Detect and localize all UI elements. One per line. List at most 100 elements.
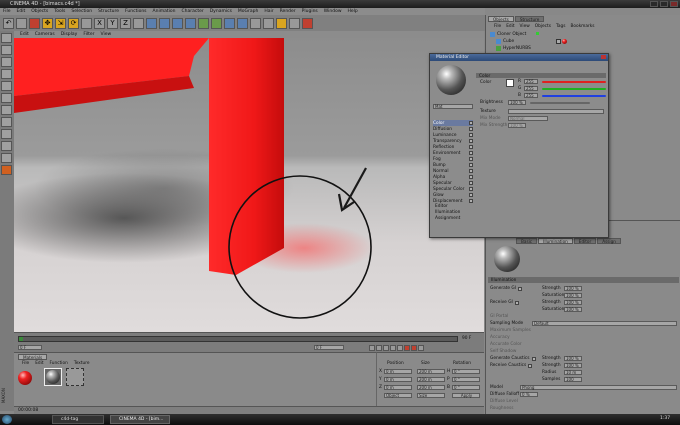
material-editor-titlebar[interactable]: Material Editor (430, 54, 608, 61)
green-channel-slider[interactable] (542, 88, 606, 90)
start-button[interactable] (2, 415, 12, 424)
om-menu-bookmarks[interactable]: Bookmarks (570, 24, 594, 29)
nurbs-icon[interactable] (198, 17, 209, 29)
menu-edit[interactable]: Edit (17, 8, 26, 15)
polygons-mode-icon[interactable] (1, 117, 12, 127)
mix-mode-select[interactable]: Normal (508, 116, 548, 121)
y-axis-icon[interactable]: Y (107, 17, 118, 29)
menu-help[interactable]: Help (348, 8, 358, 15)
channel-fog-checkbox[interactable] (469, 157, 473, 161)
mat-menu-edit[interactable]: Edit (35, 361, 43, 366)
channel-environment-checkbox[interactable] (469, 151, 473, 155)
rec-caustics-strength-field[interactable]: 100 % (564, 363, 582, 368)
record-icon[interactable] (302, 17, 313, 29)
timeline-current-field[interactable]: 0 F (314, 345, 344, 350)
texture-tag-icon[interactable] (556, 39, 561, 44)
axis-mode-icon[interactable] (1, 81, 12, 91)
color-swatch[interactable] (506, 79, 514, 87)
channel-transparency-checkbox[interactable] (469, 139, 473, 143)
rotation-b-field[interactable]: 0 ° (452, 385, 480, 390)
vp-menu-view[interactable]: View (100, 31, 111, 38)
autokey-icon[interactable] (411, 345, 417, 351)
channel-reflection-checkbox[interactable] (469, 145, 473, 149)
channel-specular-checkbox[interactable] (469, 181, 473, 185)
menu-mograph[interactable]: MoGraph (238, 8, 258, 15)
channel-glow-checkbox[interactable] (469, 193, 473, 197)
lock-icon[interactable] (1, 165, 12, 175)
caustics-strength-field[interactable]: 100 % (564, 356, 582, 361)
menu-selection[interactable]: Selection (71, 8, 92, 15)
next-frame-icon[interactable] (390, 345, 396, 351)
scale-icon[interactable]: ⇲ (55, 17, 66, 29)
coord-size-mode-select[interactable]: Size (417, 393, 445, 398)
texture-field[interactable] (508, 109, 604, 114)
material-editor-close-icon[interactable] (601, 55, 606, 59)
timeline-start-field[interactable]: 0 F (18, 345, 42, 350)
tweak-mode-icon[interactable] (1, 141, 12, 151)
maximize-button[interactable] (660, 1, 668, 7)
keyframe-icon[interactable] (418, 345, 424, 351)
texture-mode-icon[interactable] (1, 69, 12, 79)
om-menu-edit[interactable]: Edit (506, 24, 514, 29)
channel-normal-checkbox[interactable] (469, 169, 473, 173)
gen-gi-saturation-field[interactable]: 100 % (564, 293, 582, 298)
world-coords-icon[interactable] (133, 17, 144, 29)
red-channel-field[interactable]: 255 (524, 79, 538, 84)
menu-file[interactable]: File (3, 8, 11, 15)
samples-field[interactable]: 100 (564, 377, 582, 382)
record-key-icon[interactable] (404, 345, 410, 351)
live-select-icon[interactable] (29, 17, 40, 29)
list-item[interactable]: HyperNURBS (496, 46, 531, 51)
mix-strength-field[interactable]: 100 % (508, 123, 526, 128)
rotation-p-field[interactable]: 0 ° (452, 377, 480, 382)
tab-editor[interactable]: Editor (573, 238, 597, 244)
menu-window[interactable]: Window (324, 8, 342, 15)
channel-assignment[interactable]: Assignment (433, 216, 473, 222)
animation-mode-icon[interactable] (1, 129, 12, 139)
cube-primitive-icon[interactable] (185, 17, 196, 29)
size-y-field[interactable]: 200 m (417, 377, 445, 382)
om-menu-objects[interactable]: Objects (535, 24, 551, 29)
list-item[interactable]: Cloner Object (490, 32, 526, 37)
taskbar-item-cinema4d[interactable]: CINEMA 4D - [bim... (110, 415, 170, 424)
brightness-field[interactable]: 100 % (508, 100, 526, 105)
mat-menu-file[interactable]: File (22, 361, 29, 366)
channel-luminance-checkbox[interactable] (469, 133, 473, 137)
blue-channel-field[interactable]: 255 (524, 93, 538, 98)
array-icon[interactable] (224, 17, 235, 29)
make-editable-icon[interactable] (1, 33, 12, 43)
visibility-dot-icon[interactable] (536, 32, 539, 35)
om-menu-view[interactable]: View (520, 24, 530, 29)
edges-mode-icon[interactable] (1, 105, 12, 115)
deformer-icon[interactable] (237, 17, 248, 29)
x-axis-icon[interactable]: X (94, 17, 105, 29)
menu-animation[interactable]: Animation (153, 8, 176, 15)
play-icon[interactable] (383, 345, 389, 351)
channel-bump-checkbox[interactable] (469, 163, 473, 167)
om-menu-file[interactable]: File (494, 24, 501, 29)
position-y-field[interactable]: 0 m (384, 377, 412, 382)
coord-apply-button[interactable]: Apply (452, 393, 480, 398)
position-x-field[interactable]: 0 m (384, 369, 412, 374)
vp-menu-display[interactable]: Display (61, 31, 78, 38)
om-menu-tags[interactable]: Tags (556, 24, 566, 29)
tab-structure[interactable]: Structure (514, 16, 545, 22)
tab-basic[interactable]: Basic (516, 238, 538, 244)
radius-field[interactable]: 10 m (564, 370, 582, 375)
viewport-3d[interactable] (14, 38, 484, 332)
mat-menu-texture[interactable]: Texture (74, 361, 90, 366)
minimize-button[interactable] (650, 1, 658, 7)
object-mode-icon[interactable] (1, 57, 12, 67)
material-red-swatch[interactable] (18, 371, 32, 385)
channel-alpha-checkbox[interactable] (469, 175, 473, 179)
position-z-field[interactable]: 0 m (384, 385, 412, 390)
tab-objects[interactable]: Objects (488, 16, 514, 22)
size-z-field[interactable]: 200 m (417, 385, 445, 390)
render-view-icon[interactable] (146, 17, 157, 29)
model-mode-icon[interactable] (1, 45, 12, 55)
model-select[interactable]: Phong (520, 385, 677, 390)
menu-render[interactable]: Render (280, 8, 296, 15)
spline-icon[interactable] (211, 17, 222, 29)
channel-color-checkbox[interactable] (469, 121, 473, 125)
materials-tab[interactable]: Materials (18, 354, 48, 360)
